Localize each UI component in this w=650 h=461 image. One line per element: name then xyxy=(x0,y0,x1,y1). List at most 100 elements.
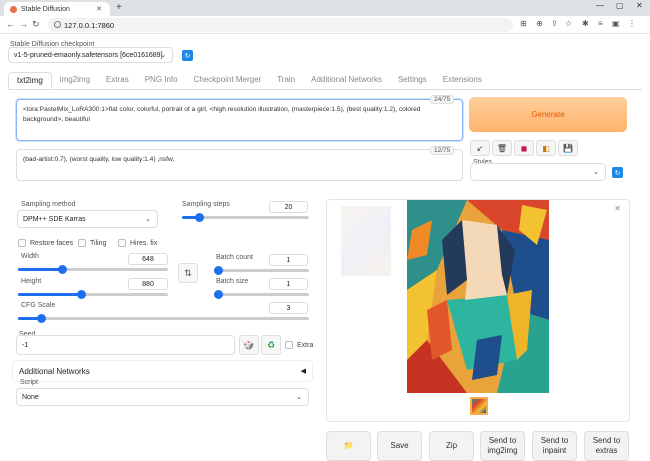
tab-extras[interactable]: Extras xyxy=(98,72,137,90)
seed-input[interactable]: -1 xyxy=(16,335,235,355)
save-button[interactable]: Save xyxy=(377,431,422,461)
restore-faces-label: Restore faces xyxy=(30,239,74,247)
seed-value: -1 xyxy=(22,341,29,349)
window-close-button[interactable]: ✕ xyxy=(636,1,643,10)
paste-params-icon[interactable]: ↙ xyxy=(470,140,490,156)
send-to-inpaint-button[interactable]: Send to inpaint xyxy=(532,431,577,461)
clear-prompt-icon[interactable]: 🗑 xyxy=(492,140,512,156)
tiling-label: Tiling xyxy=(90,239,107,247)
extra-seed-checkbox[interactable]: Extra xyxy=(285,341,313,349)
tab-train[interactable]: Train xyxy=(269,72,303,90)
batch-size-label: Batch size xyxy=(216,278,249,285)
checkbox-box[interactable] xyxy=(78,239,86,247)
tab-settings[interactable]: Settings xyxy=(390,72,435,90)
generate-button[interactable]: Generate xyxy=(469,97,627,132)
checkbox-box[interactable] xyxy=(285,341,293,349)
browser-tab[interactable]: Stable Diffusion ✕ xyxy=(4,2,110,16)
slider-fill xyxy=(18,268,62,271)
save-style-icon[interactable]: 💾 xyxy=(558,140,578,156)
tab-extensions[interactable]: Extensions xyxy=(435,72,490,90)
sampling-steps-input[interactable]: 20 xyxy=(269,201,308,213)
menu-icon[interactable]: ⋮ xyxy=(628,19,636,28)
tab-additional-networks[interactable]: Additional Networks xyxy=(303,72,390,90)
hires-fix-checkbox[interactable]: Hires. fix xyxy=(118,239,157,247)
site-info-icon[interactable] xyxy=(54,21,61,28)
batch-count-slider[interactable] xyxy=(214,266,309,275)
share-icon[interactable]: ⇪ xyxy=(551,19,558,28)
gallery-thumbnail[interactable] xyxy=(470,397,488,415)
slider-knob[interactable] xyxy=(214,266,223,275)
height-slider[interactable] xyxy=(18,290,168,299)
slider-knob[interactable] xyxy=(57,265,67,274)
preview-placeholder-image xyxy=(341,206,391,276)
show-extra-networks-icon[interactable]: ◼ xyxy=(514,140,534,156)
slider-knob[interactable] xyxy=(77,290,86,299)
checkbox-box[interactable] xyxy=(118,239,126,247)
tab-checkpoint-merger[interactable]: Checkpoint Merger xyxy=(186,72,270,90)
tab-txt2img[interactable]: txt2img xyxy=(8,72,52,90)
window-minimize-button[interactable]: — xyxy=(596,1,604,10)
extensions-icon[interactable]: ✱ xyxy=(582,19,589,28)
restore-faces-checkbox[interactable]: Restore faces xyxy=(18,239,73,247)
output-gallery: ✕ xyxy=(326,199,630,422)
open-folder-icon[interactable]: 📁 xyxy=(326,431,371,461)
forward-icon[interactable]: → xyxy=(19,19,28,29)
zip-button[interactable]: Zip xyxy=(429,431,474,461)
height-input[interactable]: 880 xyxy=(128,278,168,290)
width-label: Width xyxy=(21,253,39,260)
height-label: Height xyxy=(21,278,42,285)
negative-prompt-input[interactable]: (bad-artist:0.7), (worst quality, low qu… xyxy=(16,149,463,181)
checkpoint-select[interactable]: v1-5-pruned-emaonly.safetensors [6ce0161… xyxy=(8,47,173,63)
sampling-steps-slider[interactable] xyxy=(182,213,309,222)
sampling-method-select[interactable]: DPM++ SDE Karras ⌄ xyxy=(17,210,158,228)
window-maximize-button[interactable]: ▢ xyxy=(616,1,624,10)
close-preview-icon[interactable]: ✕ xyxy=(614,204,621,213)
random-seed-icon[interactable]: 🎲 xyxy=(239,335,259,355)
generated-image[interactable] xyxy=(407,200,549,393)
back-icon[interactable]: ← xyxy=(6,19,15,29)
translate-icon[interactable]: ⊞ xyxy=(520,19,527,28)
checkbox-box[interactable] xyxy=(18,239,26,247)
script-label: Script xyxy=(20,379,38,386)
tab-close-icon[interactable]: ✕ xyxy=(96,5,102,13)
zoom-icon[interactable]: ⊕ xyxy=(536,19,543,28)
cfg-scale-slider[interactable] xyxy=(18,314,309,323)
script-select[interactable]: None ⌄ xyxy=(16,388,309,406)
reading-list-icon[interactable]: ≡ xyxy=(598,19,603,28)
slider-knob[interactable] xyxy=(214,290,223,299)
batch-size-input[interactable]: 1 xyxy=(269,278,308,290)
additional-networks-accordion[interactable]: Additional Networks ◀ xyxy=(12,360,313,382)
batch-size-slider[interactable] xyxy=(214,290,309,299)
tiling-checkbox[interactable]: Tiling xyxy=(78,239,106,247)
chevron-down-icon: ⌄ xyxy=(296,394,302,401)
cfg-scale-label: CFG Scale xyxy=(21,302,56,309)
send-to-img2img-button[interactable]: Send to img2img xyxy=(480,431,525,461)
refresh-styles-button[interactable]: ↻ xyxy=(612,167,623,178)
reuse-seed-icon[interactable]: ♻ xyxy=(261,335,281,355)
bookmark-star-icon[interactable]: ☆ xyxy=(565,19,572,28)
send-to-extras-button[interactable]: Send to extras xyxy=(584,431,629,461)
width-slider[interactable] xyxy=(18,265,168,274)
sampling-method-value: DPM++ SDE Karras xyxy=(23,215,86,223)
url-field[interactable]: 127.0.0.1:7860 xyxy=(48,18,513,32)
new-tab-button[interactable]: + xyxy=(116,2,122,13)
webui-page: Stable Diffusion checkpoint v1-5-pruned-… xyxy=(0,34,650,461)
swap-dimensions-icon[interactable]: ⇅ xyxy=(178,263,198,283)
styles-select[interactable]: ⌄ xyxy=(470,163,606,181)
slider-knob[interactable] xyxy=(194,213,204,222)
additional-networks-title: Additional Networks xyxy=(19,367,90,376)
reload-icon[interactable]: ↻ xyxy=(32,19,40,30)
extra-label: Extra xyxy=(297,341,314,349)
profile-icon[interactable]: ▣ xyxy=(612,19,620,28)
cfg-scale-input[interactable]: 3 xyxy=(269,302,308,314)
refresh-checkpoint-button[interactable]: ↻ xyxy=(182,50,193,61)
slider-knob[interactable] xyxy=(37,314,47,323)
width-input[interactable]: 648 xyxy=(128,253,168,265)
tab-png-info[interactable]: PNG Info xyxy=(137,72,186,90)
apply-style-icon[interactable]: ◧ xyxy=(536,140,556,156)
positive-prompt-input[interactable]: <lora:PastelMix_LoRA300:1>flat color, co… xyxy=(16,99,463,141)
batch-count-input[interactable]: 1 xyxy=(269,254,308,266)
hires-fix-label: Hires. fix xyxy=(130,239,158,247)
tab-img2img[interactable]: img2img xyxy=(52,72,98,90)
chevron-down-icon: ⌄ xyxy=(593,169,599,176)
